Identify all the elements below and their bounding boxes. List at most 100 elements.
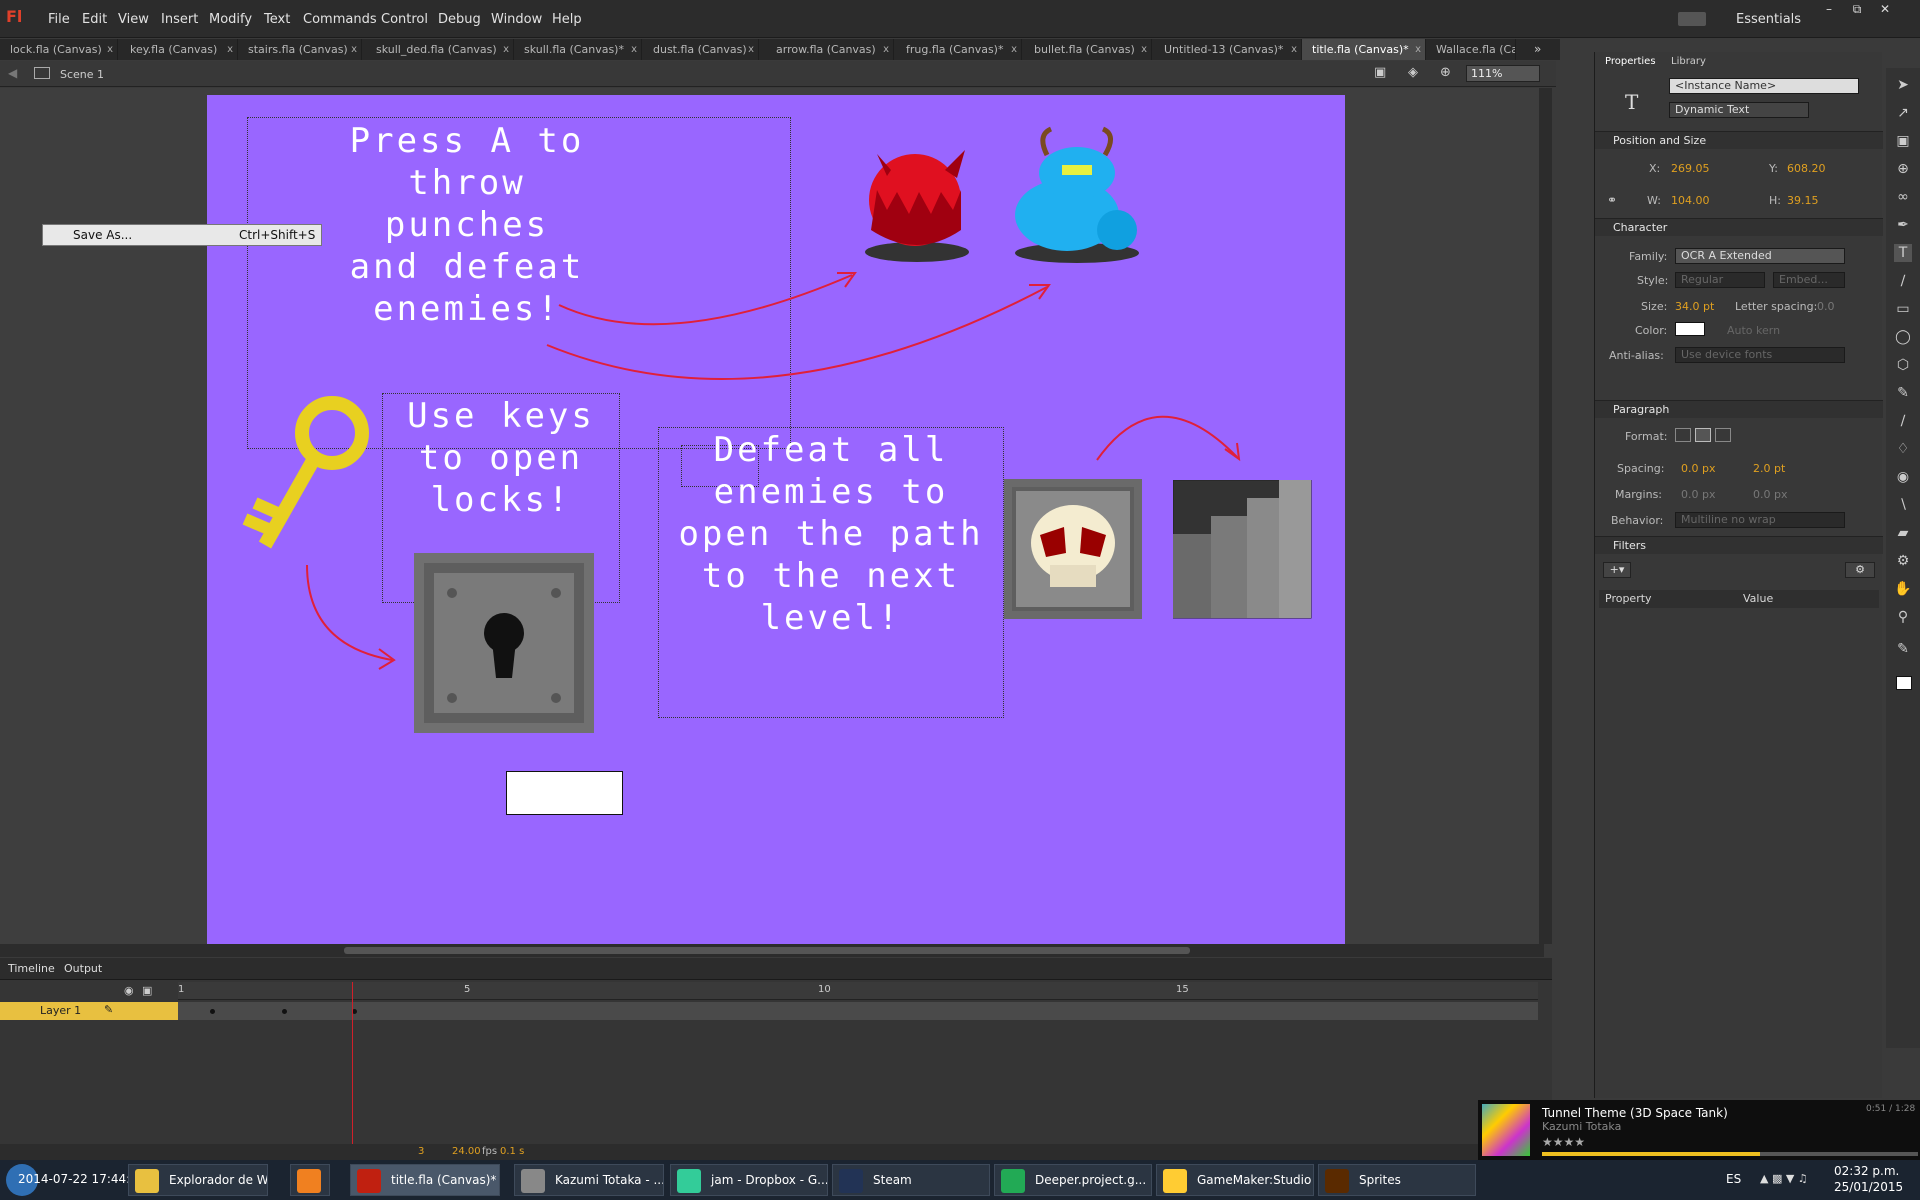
lock-icon[interactable]: ▣ xyxy=(142,984,152,997)
task-winamp[interactable]: Kazumi Totaka - ... xyxy=(514,1164,664,1196)
free-transform-icon[interactable]: ▣ xyxy=(1894,132,1912,150)
selected-dynamic-text[interactable] xyxy=(506,771,623,815)
line-spacing-value[interactable]: 2.0 pt xyxy=(1753,462,1785,475)
w-value[interactable]: 104.00 xyxy=(1671,194,1710,207)
task-gamemaker[interactable]: GameMaker:Studio xyxy=(1156,1164,1314,1196)
size-value[interactable]: 34.0 pt xyxy=(1675,300,1714,313)
horizontal-scrollbar[interactable] xyxy=(0,944,1544,957)
zoom-select[interactable]: 111% xyxy=(1466,65,1540,82)
menu-view[interactable]: View xyxy=(118,12,149,27)
x-value[interactable]: 269.05 xyxy=(1671,162,1710,175)
brush-tool-icon[interactable]: ∕ xyxy=(1894,412,1912,430)
align-left-icon[interactable] xyxy=(1675,428,1691,442)
eye-icon[interactable]: ◉ xyxy=(124,984,134,997)
paint-bucket-icon[interactable]: ♢ xyxy=(1894,440,1912,458)
task-deeper[interactable]: Deeper.project.g... xyxy=(994,1164,1152,1196)
close-tab-icon[interactable]: x xyxy=(748,39,754,60)
clock-date[interactable]: 25/01/2015 xyxy=(1834,1180,1903,1194)
rectangle-tool-icon[interactable]: ▭ xyxy=(1894,300,1912,318)
close-tab-icon[interactable]: x xyxy=(227,39,233,60)
layer-row[interactable]: Layer 1 ✎ xyxy=(0,1002,178,1020)
tab-untitled-13[interactable]: Untitled-13 (Canvas)* x xyxy=(1154,39,1302,60)
section-position-size[interactable]: Position and Size xyxy=(1595,131,1883,149)
lasso-tool-icon[interactable]: ∞ xyxy=(1894,188,1912,206)
polystar-tool-icon[interactable]: ⬡ xyxy=(1894,356,1912,374)
font-family-select[interactable]: OCR A Extended xyxy=(1675,248,1845,264)
close-tab-icon[interactable]: x xyxy=(1291,39,1297,60)
section-character[interactable]: Character xyxy=(1595,218,1883,236)
selection-tool-icon[interactable]: ➤ xyxy=(1894,76,1912,94)
menu-insert[interactable]: Insert xyxy=(161,12,198,27)
task-media[interactable] xyxy=(290,1164,330,1196)
stairs-sprite[interactable] xyxy=(1173,480,1313,620)
menu-text[interactable]: Text xyxy=(264,12,290,27)
tab-skull[interactable]: skull.fla (Canvas)* x xyxy=(514,39,642,60)
keyframe[interactable] xyxy=(210,1009,215,1014)
bone-tool-icon[interactable]: ⚙ xyxy=(1894,552,1912,570)
filter-options-icon[interactable]: ⚙ xyxy=(1845,562,1875,578)
oval-tool-icon[interactable]: ◯ xyxy=(1894,328,1912,346)
eyedropper-icon[interactable]: ∖ xyxy=(1894,496,1912,514)
vertical-scrollbar[interactable] xyxy=(1539,88,1552,944)
tab-key[interactable]: key.fla (Canvas) x xyxy=(120,39,238,60)
close-tab-icon[interactable]: x xyxy=(883,39,889,60)
tab-bullet[interactable]: bullet.fla (Canvas) x xyxy=(1024,39,1152,60)
language-indicator[interactable]: ES xyxy=(1726,1172,1741,1186)
tab-library[interactable]: Library xyxy=(1665,54,1712,69)
key-sprite[interactable] xyxy=(227,395,377,555)
tab-wallace[interactable]: Wallace.fla (Ca xyxy=(1426,39,1516,60)
menu-window[interactable]: Window xyxy=(491,12,542,27)
rating-stars-icon[interactable]: ★★★★ xyxy=(1542,1135,1585,1149)
fps-value[interactable]: 24.00 xyxy=(452,1146,481,1157)
edit-symbol-icon[interactable]: ◈ xyxy=(1408,65,1418,80)
playhead[interactable] xyxy=(352,982,353,1146)
task-bridge[interactable]: Sprites xyxy=(1318,1164,1476,1196)
section-filters[interactable]: Filters xyxy=(1595,536,1883,554)
task-steam[interactable]: Steam xyxy=(832,1164,990,1196)
track-progress[interactable] xyxy=(1542,1152,1918,1156)
tray-icons[interactable]: ▲ ▩ ▼ ♫ xyxy=(1760,1172,1808,1185)
menu-debug[interactable]: Debug xyxy=(438,12,481,27)
menu-commands[interactable]: Commands xyxy=(303,12,377,27)
clock-time[interactable]: 02:32 p.m. xyxy=(1834,1164,1899,1178)
align-center-icon[interactable] xyxy=(1695,428,1711,442)
pen-tool-icon[interactable]: ✒ xyxy=(1894,216,1912,234)
link-icon[interactable]: ⚭ xyxy=(1607,193,1617,207)
y-value[interactable]: 608.20 xyxy=(1787,162,1826,175)
task-flash[interactable]: title.fla (Canvas)* xyxy=(350,1164,500,1196)
lock-sprite[interactable] xyxy=(414,553,594,733)
close-tab-icon[interactable]: x xyxy=(1011,39,1017,60)
workspace-switcher[interactable]: Essentials xyxy=(1736,12,1801,27)
h-value[interactable]: 39.15 xyxy=(1787,194,1819,207)
close-tab-icon[interactable]: x xyxy=(503,39,509,60)
tab-dust[interactable]: dust.fla (Canvas) x xyxy=(643,39,759,60)
skull-block-sprite[interactable] xyxy=(1004,479,1142,619)
subselection-tool-icon[interactable]: ↗ xyxy=(1894,104,1912,122)
context-menu-save-as[interactable]: Save As... Ctrl+Shift+S xyxy=(42,224,322,246)
3d-rotation-icon[interactable]: ⊕ xyxy=(1894,160,1912,178)
line-tool-icon[interactable]: ∕ xyxy=(1894,272,1912,290)
stage-canvas[interactable]: Press A to throw punches and defeat enem… xyxy=(207,95,1345,944)
close-tab-icon[interactable]: x xyxy=(107,39,113,60)
menu-file[interactable]: File xyxy=(48,12,70,27)
align-right-icon[interactable] xyxy=(1715,428,1731,442)
indent-value[interactable]: 0.0 px xyxy=(1681,462,1715,475)
menu-modify[interactable]: Modify xyxy=(209,12,252,27)
stroke-color-icon[interactable]: ✎ xyxy=(1894,640,1912,658)
tab-output[interactable]: Output xyxy=(64,962,102,975)
section-paragraph[interactable]: Paragraph xyxy=(1595,400,1883,418)
hand-tool-icon[interactable]: ✋ xyxy=(1894,580,1912,598)
menu-control[interactable]: Control xyxy=(381,12,428,27)
zoom-tool-icon[interactable]: ⚲ xyxy=(1894,608,1912,626)
minimize-icon[interactable]: – xyxy=(1818,2,1840,18)
keyframe[interactable] xyxy=(282,1009,287,1014)
text-tool-icon[interactable]: T xyxy=(1894,244,1912,262)
menu-edit[interactable]: Edit xyxy=(82,12,107,27)
music-player[interactable]: Tunnel Theme (3D Space Tank) Kazumi Tota… xyxy=(1478,1100,1920,1160)
add-filter-icon[interactable]: +▾ xyxy=(1603,562,1631,578)
tab-overflow-icon[interactable]: » xyxy=(1534,42,1541,56)
ink-bottle-icon[interactable]: ◉ xyxy=(1894,468,1912,486)
eraser-tool-icon[interactable]: ▰ xyxy=(1894,524,1912,542)
task-explorer[interactable]: Explorador de W... xyxy=(128,1164,268,1196)
edit-scene-icon[interactable]: ▣ xyxy=(1374,65,1386,80)
